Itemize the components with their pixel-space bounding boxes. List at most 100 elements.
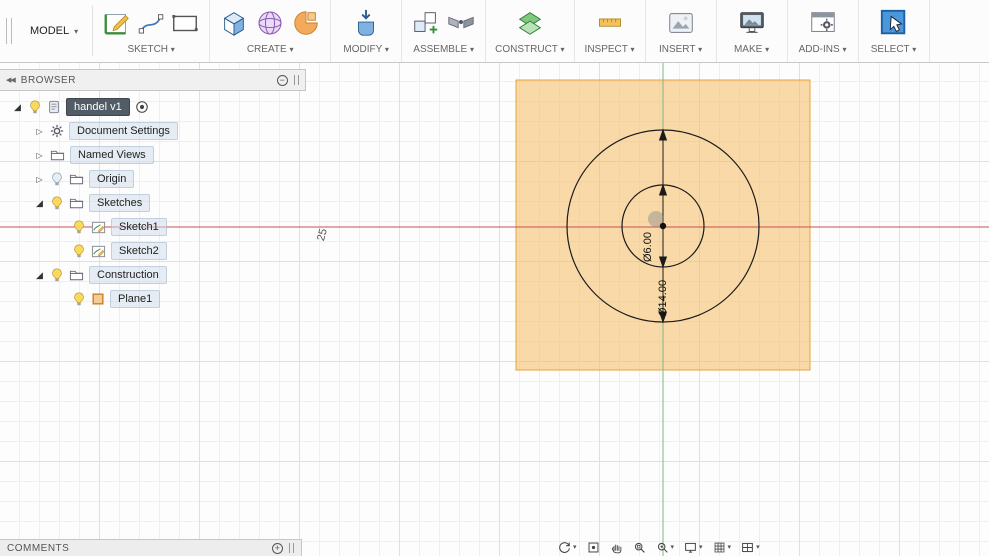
form-icon[interactable] [291, 7, 321, 39]
chevron-down-icon: ▾ [560, 45, 565, 54]
box-icon[interactable] [219, 7, 249, 39]
toolbar-menu-select[interactable]: SELECT ▾ [871, 44, 917, 55]
select-icon[interactable] [879, 8, 909, 38]
browser-item-label[interactable]: Sketches [89, 194, 151, 212]
toolbar-menu-make[interactable]: MAKE ▾ [734, 44, 769, 55]
visibility-bulb-icon[interactable] [28, 100, 42, 114]
chevron-down-icon: ▾ [699, 544, 703, 551]
browser-header[interactable]: ◀◀ BROWSER − [0, 69, 306, 91]
browser-item-label[interactable]: Document Settings [69, 122, 178, 140]
visibility-bulb-icon[interactable] [72, 244, 86, 258]
sketch-icon [91, 220, 106, 235]
toolbar-groups: SKETCH ▾ CREATE ▾ MODIFY ▾ ASSEMBLE ▾ CONSTR… [93, 0, 989, 62]
folder-icon [50, 148, 65, 163]
toolbar-grip[interactable] [6, 18, 12, 44]
browser-item-sketch1[interactable]: Sketch1 [0, 215, 306, 239]
display-settings-icon [684, 541, 697, 554]
browser-item-label[interactable]: Named Views [70, 146, 154, 164]
grid-settings-button[interactable]: ▾ [713, 541, 731, 554]
expand-comments-icon[interactable]: + [272, 542, 283, 554]
measure-icon[interactable] [595, 10, 625, 36]
joint-icon[interactable] [446, 8, 476, 38]
chevron-down-icon: ▾ [170, 45, 175, 54]
browser-item-plane1[interactable]: Plane1 [0, 287, 306, 311]
browser-item-sketch2[interactable]: Sketch2 [0, 239, 306, 263]
toolbar-menu-modify[interactable]: MODIFY ▾ [343, 44, 389, 55]
chevron-down-icon: ▾ [469, 45, 474, 54]
pan-button[interactable] [610, 541, 623, 554]
browser-item-label[interactable]: Sketch2 [111, 242, 167, 260]
expand-icon[interactable]: ▷ [34, 127, 45, 136]
comments-bar[interactable]: COMMENTS + [0, 539, 302, 556]
expand-icon[interactable]: ▷ [34, 151, 45, 160]
create-sketch-icon[interactable] [102, 8, 132, 38]
browser-item-document-settings[interactable]: ▷ Document Settings [0, 119, 306, 143]
browser-item-handel-v1[interactable]: ◢ handel v1 [0, 95, 306, 119]
viewports-button[interactable]: ▾ [741, 541, 760, 554]
visibility-bulb-icon[interactable] [72, 220, 86, 234]
browser-item-label[interactable]: Origin [89, 170, 135, 188]
rectangle-icon[interactable] [170, 8, 200, 38]
sphere-icon[interactable] [254, 7, 286, 39]
toolbar-group-make: MAKE ▾ [717, 0, 788, 62]
collapse-icon[interactable]: ◢ [34, 270, 45, 281]
collapse-icon[interactable]: ◢ [34, 198, 45, 209]
visibility-bulb-icon[interactable] [50, 196, 64, 210]
look-at-button[interactable] [587, 541, 600, 554]
insert-image-icon[interactable] [666, 8, 696, 38]
orbit-icon [558, 541, 571, 554]
zoom-window-button[interactable] [633, 541, 646, 554]
toolbar-group-construct: CONSTRUCT ▾ [486, 0, 575, 62]
toolbar-group-select: SELECT ▾ [859, 0, 930, 62]
orbit-button[interactable]: ▾ [558, 541, 577, 554]
zoom-button[interactable]: ▾ [656, 541, 674, 554]
gear-icon [50, 124, 64, 138]
browser-item-label[interactable]: Plane1 [110, 290, 161, 308]
expand-icon[interactable]: ▷ [34, 175, 45, 184]
sketch-icon [91, 244, 106, 259]
new-component-icon[interactable] [411, 8, 441, 38]
addins-icon[interactable] [808, 8, 838, 38]
browser-item-named-views[interactable]: ▷ Named Views [0, 143, 306, 167]
visibility-bulb-icon[interactable] [50, 172, 64, 186]
collapse-panel-icon[interactable]: ◀◀ [6, 76, 16, 84]
display-settings-button[interactable]: ▾ [684, 541, 703, 554]
toolbar-menu-inspect[interactable]: INSPECT ▾ [585, 44, 635, 55]
make-icon[interactable] [737, 8, 767, 38]
toolbar-menu-sketch[interactable]: SKETCH ▾ [127, 44, 174, 55]
visibility-bulb-icon[interactable] [50, 268, 64, 282]
browser-item-label[interactable]: Construction [89, 266, 167, 284]
construction-plane-icon[interactable] [515, 8, 545, 38]
browser-item-origin[interactable]: ▷ Origin [0, 167, 306, 191]
browser-item-sketches[interactable]: ◢ Sketches [0, 191, 306, 215]
minimize-panel-icon[interactable]: − [277, 74, 288, 86]
viewports-icon [741, 541, 754, 554]
grid-settings-icon [713, 541, 726, 554]
toolbar-menu-add-ins[interactable]: ADD-INS ▾ [799, 44, 847, 55]
activate-component-radio-icon[interactable] [135, 100, 149, 114]
panel-resize-grip[interactable] [294, 75, 299, 85]
browser-item-label[interactable]: Sketch1 [111, 218, 167, 236]
press-pull-icon[interactable] [351, 7, 381, 39]
toolbar-group-modify: MODIFY ▾ [331, 0, 403, 62]
toolbar-menu-insert[interactable]: INSERT ▾ [659, 44, 702, 55]
browser-panel: ◀◀ BROWSER − ◢ handel v1 ▷ Document Setting… [0, 69, 306, 311]
browser-item-label[interactable]: handel v1 [66, 98, 130, 116]
comments-title: COMMENTS [7, 542, 70, 554]
folder-icon [69, 196, 84, 211]
workspace-switcher[interactable]: MODEL ▾ [16, 0, 92, 62]
pan-icon [610, 541, 623, 554]
toolbar-menu-assemble[interactable]: ASSEMBLE ▾ [413, 44, 474, 55]
spline-icon[interactable] [137, 8, 165, 38]
toolbar-group-inspect: INSPECT ▾ [575, 0, 646, 62]
visibility-bulb-icon[interactable] [72, 292, 86, 306]
browser-title: BROWSER [20, 74, 76, 86]
collapse-icon[interactable]: ◢ [12, 102, 23, 113]
panel-resize-grip[interactable] [289, 543, 294, 553]
browser-tree: ◢ handel v1 ▷ Document Settings ▷ Named Views… [0, 91, 306, 311]
browser-item-construction[interactable]: ◢ Construction [0, 263, 306, 287]
toolbar-menu-construct[interactable]: CONSTRUCT ▾ [495, 44, 564, 55]
chevron-down-icon: ▾ [289, 45, 294, 54]
chevron-down-icon: ▾ [630, 45, 635, 54]
toolbar-menu-create[interactable]: CREATE ▾ [247, 44, 294, 55]
